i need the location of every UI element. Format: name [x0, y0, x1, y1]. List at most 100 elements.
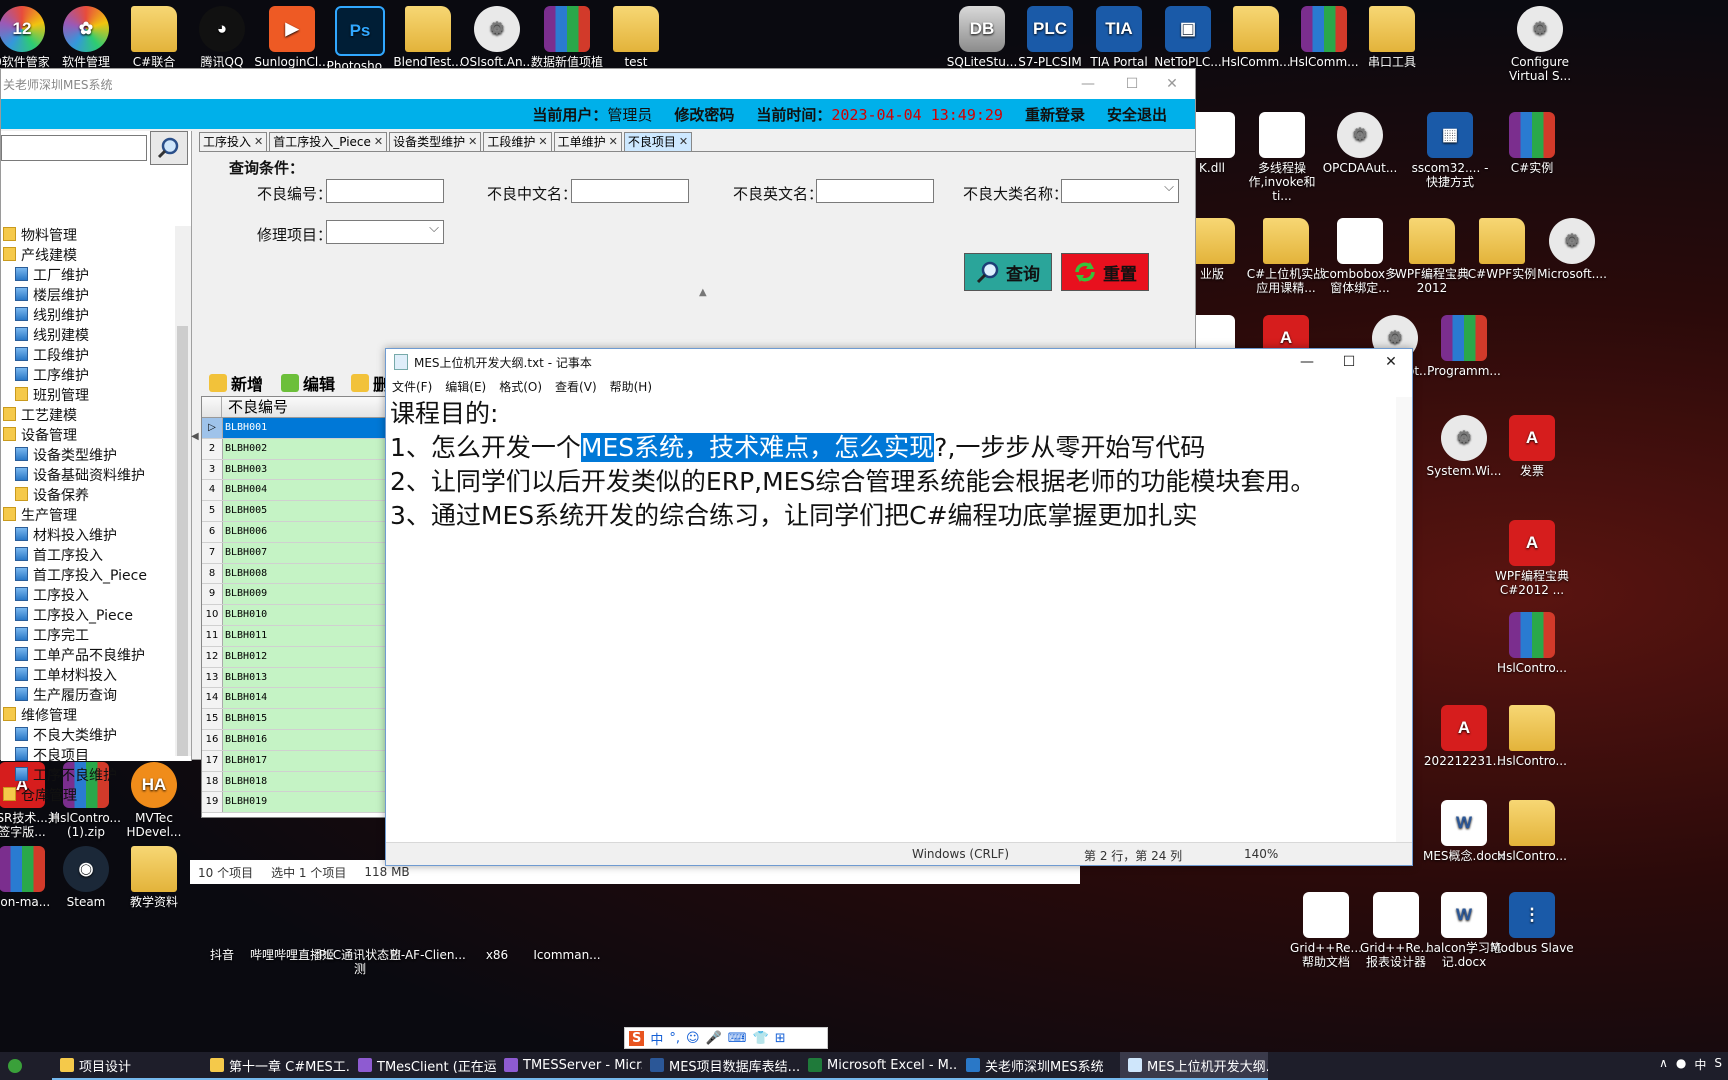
row-code-cell[interactable]: BLBH006 [223, 521, 410, 542]
notepad-menu-item-0[interactable]: 文件(F) [392, 378, 432, 395]
top_right_icons-icon-6[interactable]: 串口工具 [1350, 6, 1434, 69]
row-code-cell[interactable]: BLBH016 [223, 729, 410, 750]
notepad-window[interactable]: MES上位机开发大纲.txt - 记事本 — ☐ ✕ 文件(F) 编辑(E) 格式(… [385, 348, 1413, 866]
notepad-scrollbar[interactable] [1396, 397, 1412, 843]
tree-item-25[interactable]: 不良大类维护 [1, 726, 175, 746]
tab-5[interactable]: 不良项目 ✕ [623, 132, 693, 151]
tab-2[interactable]: 设备类型维护 ✕ [389, 132, 482, 151]
top_icons-icon-9[interactable]: test [594, 6, 678, 69]
taskbar-task-2[interactable]: TMesClient (正在运... [350, 1052, 496, 1080]
tree-item-10[interactable]: 设备管理 [1, 426, 175, 446]
row-code-cell[interactable]: BLBH003 [223, 459, 410, 480]
right_icons-icon-10[interactable]: ⚙ Microsoft.... [1530, 218, 1614, 281]
relogin-button[interactable]: 重新登录 [1025, 104, 1085, 125]
notepad-menu-item-4[interactable]: 帮助(H) [610, 378, 652, 395]
ime-item-6[interactable]: 👕 [753, 1031, 769, 1046]
tree-item-4[interactable]: 线别维护 [1, 306, 175, 326]
taskbar-task-0[interactable]: 项目设计 [52, 1052, 202, 1080]
tree-item-17[interactable]: 首工序投入_Piece [1, 566, 175, 586]
splitter-arrow-icon[interactable]: ◀ [191, 431, 199, 451]
taskbar-task-6[interactable]: 关老师深圳MES系统 [958, 1052, 1120, 1080]
row-code-cell[interactable]: BLBH010 [223, 605, 410, 625]
tree-search-input[interactable] [1, 135, 147, 161]
taskbar-task-4[interactable]: MES项目数据库表结... [642, 1052, 800, 1080]
right_icons-icon-22[interactable]: HslContro... [1490, 705, 1574, 768]
add-button[interactable]: 新增 [209, 371, 263, 395]
row-code-cell[interactable]: BLBH018 [223, 771, 410, 792]
tree-item-14[interactable]: 生产管理 [1, 506, 175, 526]
tree-item-26[interactable]: 不良项目 [1, 746, 175, 766]
edit-button[interactable]: 编辑 [281, 371, 335, 395]
bottom_icons-icon-5[interactable]: 教学资料 [112, 846, 196, 909]
logout-button[interactable]: 安全退出 [1107, 104, 1167, 125]
en-name-input[interactable] [816, 179, 934, 203]
tree-item-22[interactable]: 工单材料投入 [1, 666, 175, 686]
row-code-cell[interactable]: BLBH013 [223, 667, 410, 688]
bottom_icons-icon-11[interactable]: Icomman... [525, 948, 609, 962]
start-button[interactable] [0, 1052, 52, 1080]
tray-item-1[interactable]: ● [1676, 1056, 1686, 1073]
tab-close-icon[interactable]: ✕ [254, 133, 263, 151]
taskbar-task-3[interactable]: TMESServer - Micr... [496, 1052, 642, 1080]
row-code-cell[interactable]: BLBH011 [223, 625, 410, 646]
row-code-cell[interactable]: BLBH014 [223, 688, 410, 709]
ime-item-7[interactable]: ⊞ [775, 1031, 786, 1046]
grid-column-header[interactable]: 不良编号 [222, 397, 406, 417]
tree-item-20[interactable]: 工序完工 [1, 626, 175, 646]
ime-item-1[interactable]: 中 [650, 1029, 663, 1048]
search-button[interactable]: 查询 [964, 253, 1052, 291]
right_icons-icon-14[interactable]: Programm... [1422, 315, 1506, 378]
maximize-icon[interactable]: ☐ [1328, 349, 1370, 375]
ime-item-2[interactable]: °, [669, 1031, 680, 1046]
tab-4[interactable]: 工单维护 ✕ [553, 132, 622, 151]
row-code-cell[interactable]: BLBH015 [223, 709, 410, 729]
tree-search-button[interactable] [150, 131, 188, 165]
right_icons-icon-1[interactable]: 多线程操作,invoke和ti... [1240, 112, 1324, 203]
tab-3[interactable]: 工段维护 ✕ [483, 132, 552, 151]
tree-item-19[interactable]: 工序投入_Piece [1, 606, 175, 626]
tray-item-0[interactable]: ∧ [1659, 1056, 1668, 1073]
close-icon[interactable]: ✕ [1370, 349, 1412, 375]
right_icons-icon-18[interactable]: A WPF编程宝典C#2012 ... [1490, 520, 1574, 597]
right_icons-icon-17[interactable]: A 发票 [1490, 415, 1574, 478]
right_icons-icon-3[interactable]: ▦ sscom32.... - 快捷方式 [1408, 112, 1492, 189]
tab-close-icon[interactable]: ✕ [374, 133, 383, 151]
ime-item-3[interactable]: ☺ [686, 1031, 700, 1046]
ime-item-0[interactable]: S [629, 1030, 645, 1046]
tree-item-6[interactable]: 工段维护 [1, 346, 175, 366]
collapse-arrow-icon[interactable]: ▲ [699, 287, 707, 298]
right_icons-icon-28[interactable]: ⋮ Modbus Slave [1490, 892, 1574, 955]
row-code-cell[interactable]: BLBH007 [223, 542, 410, 563]
tab-close-icon[interactable]: ✕ [609, 133, 618, 151]
tree-item-28[interactable]: 仓库管理 [1, 786, 175, 806]
row-code-cell[interactable]: BLBH017 [223, 750, 410, 771]
tree-item-0[interactable]: 物料管理 [1, 226, 175, 246]
tree-item-5[interactable]: 线别建模 [1, 326, 175, 346]
repair-select[interactable] [326, 220, 444, 244]
tree-item-27[interactable]: 工序不良维护 [1, 766, 175, 786]
minimize-icon[interactable]: — [1065, 69, 1111, 99]
row-code-cell[interactable]: BLBH002 [223, 438, 410, 459]
tray-item-3[interactable]: S [1714, 1056, 1722, 1073]
tab-close-icon[interactable]: ✕ [679, 133, 688, 151]
tree-item-23[interactable]: 生产履历查询 [1, 686, 175, 706]
tree-item-1[interactable]: 产线建模 [1, 246, 175, 266]
notepad-menu-item-3[interactable]: 查看(V) [555, 378, 597, 395]
code-input[interactable] [326, 179, 444, 203]
change-password-button[interactable]: 修改密码 [674, 104, 734, 125]
tree-item-15[interactable]: 材料投入维护 [1, 526, 175, 546]
taskbar-task-5[interactable]: Microsoft Excel - M... [800, 1052, 958, 1080]
row-code-cell[interactable]: BLBH001 [223, 418, 410, 438]
notepad-text-area[interactable]: 课程目的: 1、怎么开发一个MES系统，技术难点，怎么实现?,一步步从零开始写代码… [390, 397, 1394, 533]
tree-item-3[interactable]: 楼层维护 [1, 286, 175, 306]
row-code-cell[interactable]: BLBH008 [223, 563, 410, 584]
ime-toolbar[interactable]: S 中 °, ☺ 🎤 ⌨ 👕 ⊞ [624, 1027, 828, 1049]
tree-item-9[interactable]: 工艺建模 [1, 406, 175, 426]
minimize-icon[interactable]: — [1286, 349, 1328, 375]
right_icons-icon-19[interactable]: HslContro... [1490, 612, 1574, 675]
tree-item-7[interactable]: 工序维护 [1, 366, 175, 386]
row-code-cell[interactable]: BLBH009 [223, 584, 410, 605]
tree-item-8[interactable]: 班别管理 [1, 386, 175, 406]
row-code-cell[interactable]: BLBH004 [223, 480, 410, 501]
notepad-menu-item-1[interactable]: 编辑(E) [445, 378, 486, 395]
